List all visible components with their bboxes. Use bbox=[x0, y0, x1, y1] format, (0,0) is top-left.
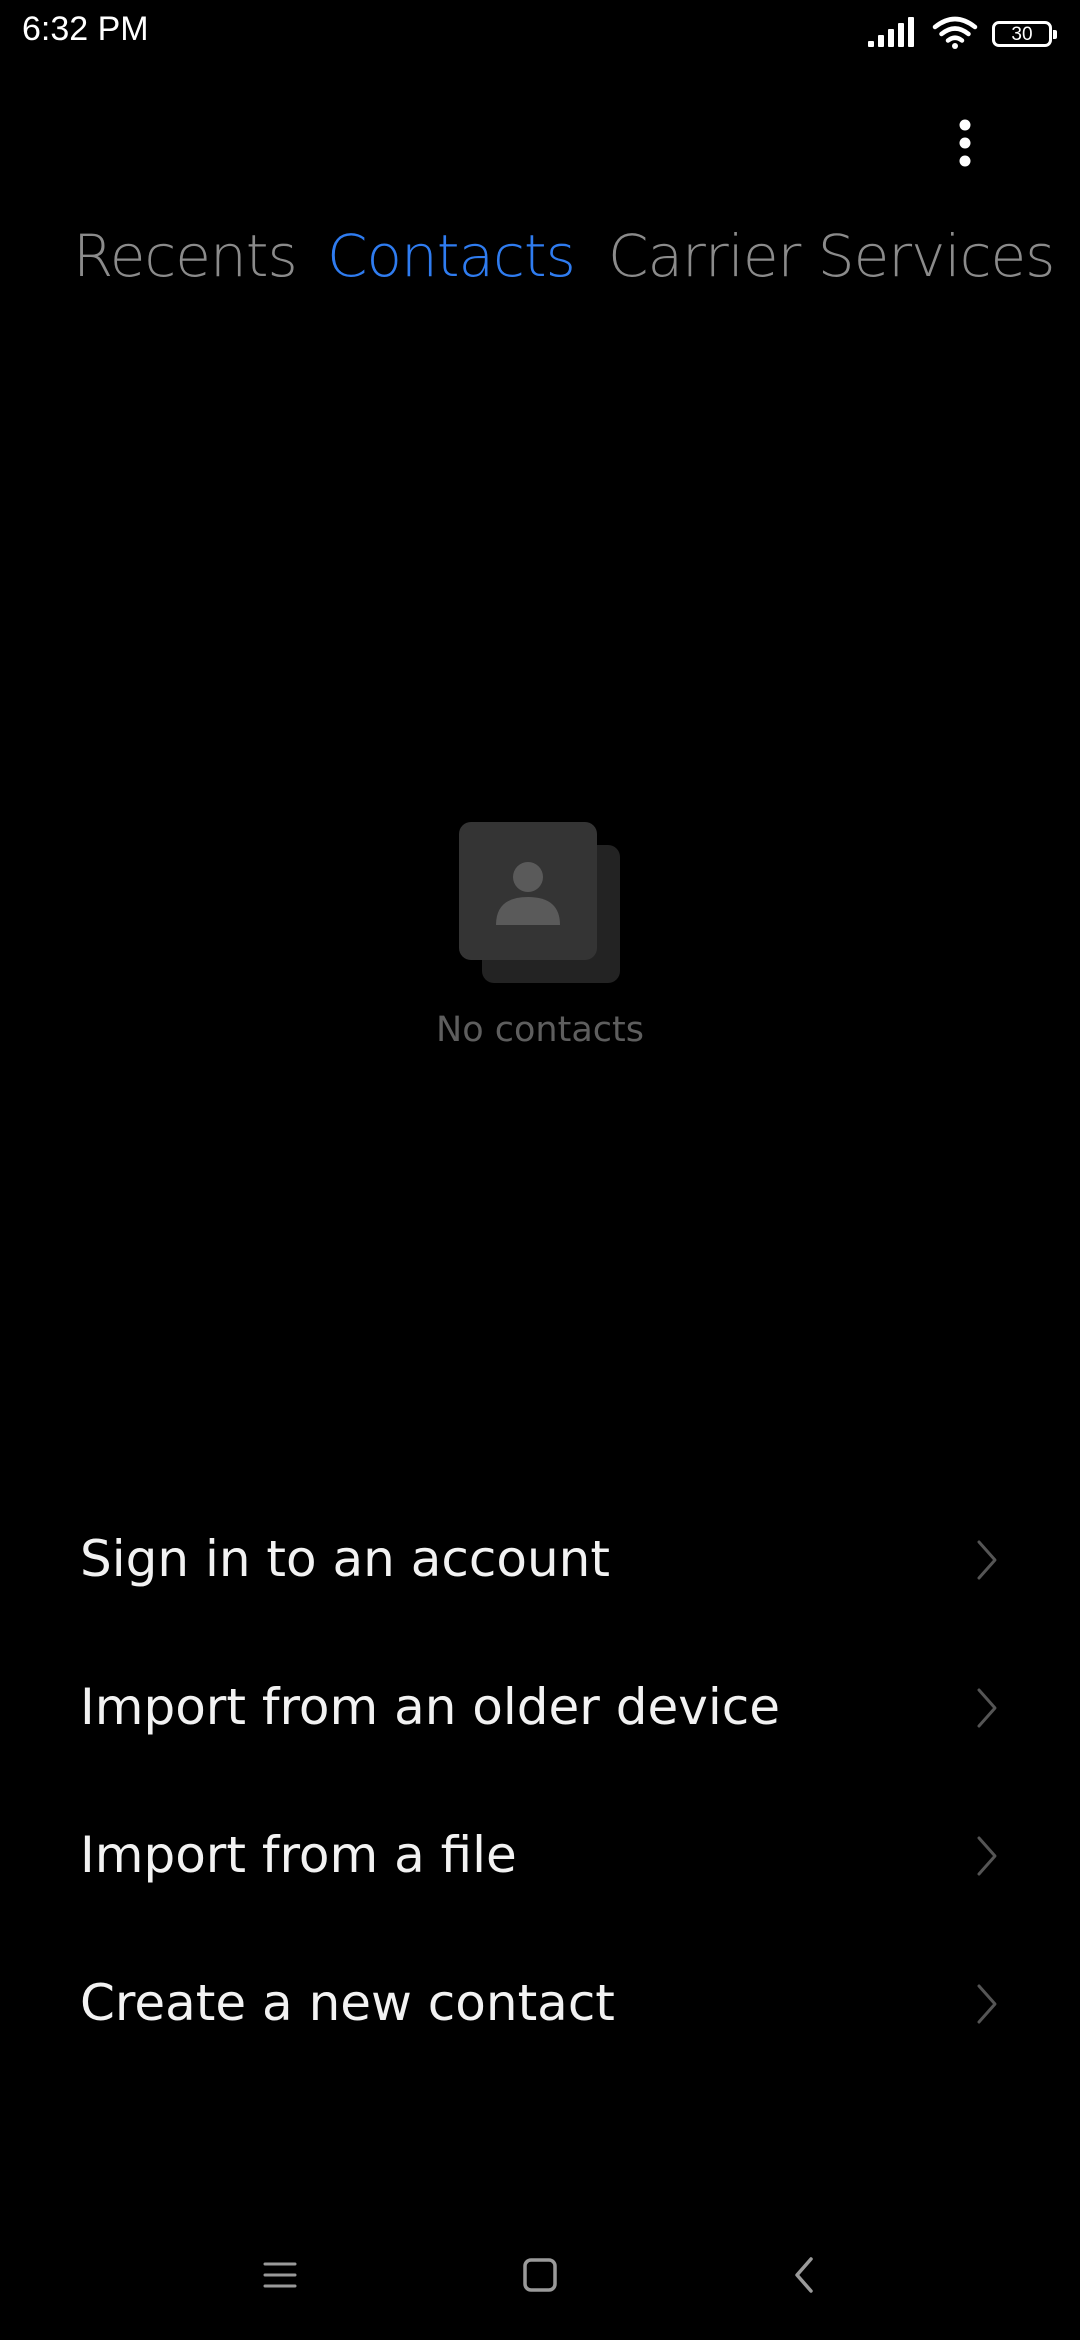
back-icon bbox=[795, 2257, 813, 2293]
back-button[interactable] bbox=[774, 2250, 834, 2300]
status-icons: 30 bbox=[868, 12, 1057, 56]
empty-state-text: No contacts bbox=[436, 1010, 644, 1050]
battery-level: 30 bbox=[1011, 23, 1033, 45]
wifi-icon bbox=[932, 15, 978, 53]
tab-recents[interactable]: Recents bbox=[73, 222, 298, 290]
home-button[interactable] bbox=[510, 2250, 570, 2300]
create-new-contact-item[interactable]: Create a new contact bbox=[0, 1930, 1080, 2078]
action-list: Sign in to an account Import from an old… bbox=[0, 1486, 1080, 2078]
contact-card-icon bbox=[459, 822, 621, 984]
action-label: Import from a file bbox=[80, 1826, 517, 1884]
signal-icon bbox=[868, 17, 918, 51]
recent-apps-icon bbox=[263, 2262, 297, 2288]
action-label: Import from an older device bbox=[80, 1678, 780, 1736]
tab-bar: Recents Contacts Carrier Services bbox=[0, 222, 1080, 312]
battery-icon: 30 bbox=[992, 21, 1057, 47]
more-options-button[interactable] bbox=[940, 110, 990, 180]
recent-apps-button[interactable] bbox=[250, 2250, 310, 2300]
action-label: Sign in to an account bbox=[80, 1530, 610, 1588]
chevron-right-icon bbox=[977, 1540, 997, 1580]
import-file-item[interactable]: Import from a file bbox=[0, 1782, 1080, 1930]
tab-contacts[interactable]: Contacts bbox=[327, 222, 576, 290]
home-icon bbox=[523, 2258, 557, 2292]
import-older-device-item[interactable]: Import from an older device bbox=[0, 1634, 1080, 1782]
empty-state: No contacts bbox=[0, 820, 1080, 1070]
sign-in-account-item[interactable]: Sign in to an account bbox=[0, 1486, 1080, 1634]
action-label: Create a new contact bbox=[80, 1974, 615, 2032]
tab-carrier-services[interactable]: Carrier Services bbox=[608, 222, 1055, 290]
chevron-right-icon bbox=[977, 1688, 997, 1728]
contact-card-front bbox=[459, 822, 597, 960]
status-bar: 6:32 PM 30 bbox=[0, 0, 1080, 66]
chevron-right-icon bbox=[977, 1836, 997, 1876]
status-time: 6:32 PM bbox=[22, 10, 149, 48]
chevron-right-icon bbox=[977, 1984, 997, 2024]
person-icon bbox=[496, 862, 560, 925]
navigation-bar bbox=[0, 2230, 1080, 2320]
more-vertical-icon bbox=[958, 118, 972, 172]
